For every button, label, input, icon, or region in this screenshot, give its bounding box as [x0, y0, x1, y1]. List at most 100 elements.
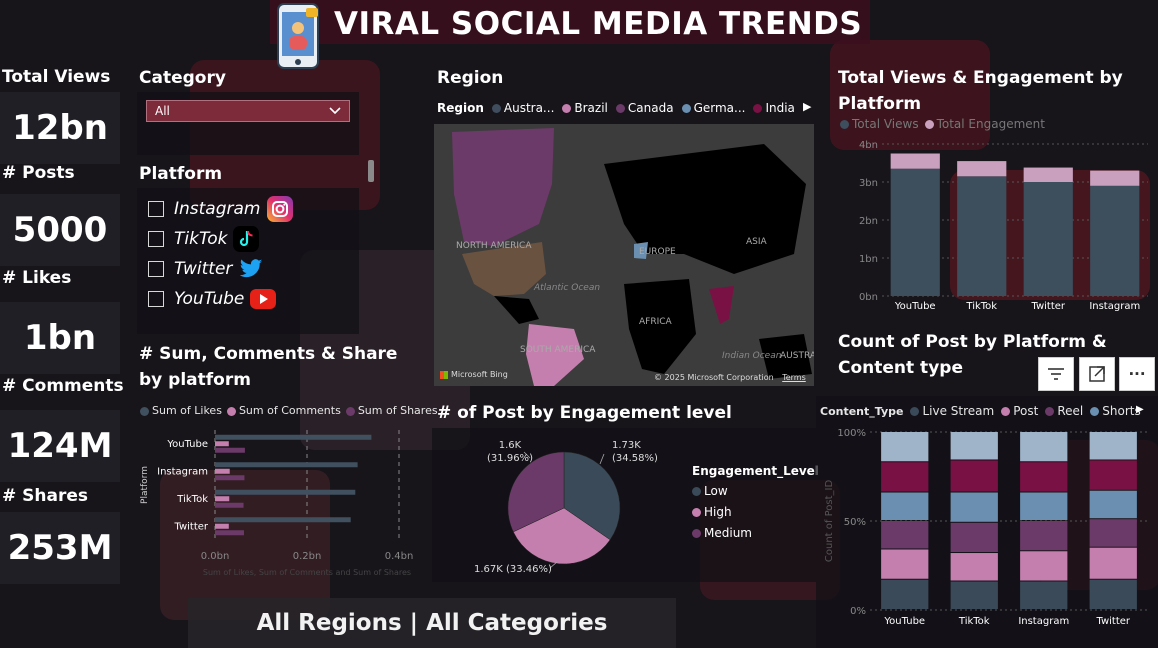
focus-mode-icon[interactable]	[1079, 357, 1115, 391]
map-label: SOUTH AMERICA	[520, 345, 596, 355]
y-tick-label: TikTok	[176, 494, 208, 505]
bar-segment	[1089, 519, 1137, 547]
category-dropdown-value: All	[155, 104, 170, 118]
bar-segment	[1020, 581, 1068, 609]
platform-option-twitter[interactable]: Twitter	[148, 254, 359, 284]
legend-label: Live Stream	[922, 404, 995, 418]
data-label: 1.67K (33.46%)	[474, 564, 552, 575]
kpi-label-shares: # Shares	[2, 486, 89, 506]
brazil-region	[526, 324, 584, 386]
map-legend: Region Austra... Brazil Canada Germa... …	[437, 101, 795, 115]
platform-option-instagram[interactable]: Instagram	[148, 194, 359, 224]
legend-swatch	[924, 120, 934, 129]
x-tick-label: TikTok	[958, 616, 990, 627]
bar	[215, 496, 230, 502]
legend-item: Total Engagement	[924, 117, 1045, 131]
legend-swatch	[345, 406, 355, 416]
map-label: Atlantic Ocean	[533, 283, 600, 293]
legend-views-engagement: Total Views Total Engagement	[840, 117, 1045, 131]
map-legend-title: Region	[437, 101, 484, 115]
bar-segment	[1089, 460, 1137, 490]
chart-title-content-type: Count of Post by Platform & Content type	[838, 332, 1107, 378]
bar-segment	[881, 462, 929, 492]
kpi-value-total-views: 12bn	[0, 92, 120, 164]
tiktok-icon	[233, 226, 260, 252]
bar-segment	[881, 492, 929, 520]
checkbox[interactable]	[148, 291, 164, 307]
checkbox[interactable]	[148, 261, 164, 277]
map-canvas[interactable]: NORTH AMERICA EUROPE ASIA Atlantic Ocean…	[434, 124, 814, 386]
legend-label: Germa...	[693, 101, 746, 115]
legend-label: Sum of Shares	[357, 404, 438, 417]
map-label: EUROPE	[639, 247, 676, 257]
bar-segment	[957, 161, 1007, 177]
y-tick-label: 50%	[844, 517, 866, 528]
map-legend-item: India	[753, 101, 795, 115]
legend-label: Sum of Comments	[238, 404, 341, 417]
x-tick-label: 0.2bn	[293, 551, 322, 562]
legend-label: High	[704, 505, 732, 519]
y-tick-label: 2bn	[859, 216, 878, 227]
bar-segment	[950, 432, 998, 460]
legend-item: Medium	[692, 526, 819, 540]
legend-item: Reel	[1045, 404, 1083, 418]
bar	[215, 462, 358, 468]
x-tick-label: Twitter	[1095, 616, 1130, 627]
twitter-bird-icon	[238, 256, 264, 282]
bar-segment	[1020, 432, 1068, 462]
map-title: Region	[437, 68, 504, 88]
x-tick-label: Twitter	[1030, 301, 1065, 312]
map-legend-item: Germa...	[681, 101, 746, 115]
x-tick-label: TikTok	[965, 301, 997, 312]
bar-segment	[1089, 547, 1137, 579]
filter-icon[interactable]	[1038, 357, 1074, 391]
legend-label: Shorts	[1102, 404, 1141, 418]
legend-swatch	[910, 407, 920, 416]
bar-segment	[1089, 490, 1137, 519]
platform-option-youtube[interactable]: YouTube	[148, 284, 359, 314]
bar-segment	[890, 168, 940, 296]
legend-scroll-right-button[interactable]: ▶	[1136, 404, 1144, 415]
y-tick-label: 4bn	[859, 140, 878, 151]
bar-segment	[1089, 579, 1137, 609]
legend-scroll-right-button[interactable]: ▶	[803, 100, 811, 113]
windows-logo-icon	[440, 370, 448, 379]
kpi-label-total-views: Total Views	[2, 67, 111, 87]
y-axis-label: Count of Post_ID	[824, 480, 835, 563]
platform-option-tiktok[interactable]: TikTok	[148, 224, 359, 254]
checkbox[interactable]	[148, 201, 164, 217]
y-tick-label: YouTube	[166, 439, 208, 450]
instagram-icon	[266, 196, 293, 222]
legend-content-type: Content_Type Live Stream Post Reel Short…	[820, 404, 1141, 418]
platform-slicer-panel: Instagram TikTok Twitter YouTube	[137, 188, 359, 334]
map-label: AFRICA	[639, 317, 673, 327]
bar-segment	[1090, 185, 1140, 296]
checkbox[interactable]	[148, 231, 164, 247]
map-attribution: © 2025 Microsoft Corporation Terms	[654, 373, 806, 382]
platform-scrollbar[interactable]	[368, 160, 374, 182]
filter-summary-banner: All Regions | All Categories	[188, 598, 676, 648]
legend-swatch	[1045, 407, 1055, 416]
legend-item: Live Stream	[910, 404, 994, 418]
category-dropdown[interactable]: All	[146, 100, 350, 122]
bar-segment	[950, 553, 998, 581]
views-engagement-bar-chart: 4bn 3bn 2bn 1bn 0bn YouTube TikTok Twitter Insta…	[859, 140, 1148, 312]
bing-logo: Microsoft Bing	[440, 370, 508, 379]
kpi-label-comments: # Comments	[2, 376, 124, 396]
x-tick-label: 0.0bn	[201, 551, 230, 562]
x-tick-label: Instagram	[1018, 616, 1069, 627]
legend-title: Engagement_Level	[692, 464, 819, 478]
legend-label: Sum of Likes	[152, 404, 222, 417]
data-label: 1.73K	[612, 440, 641, 451]
more-options-icon[interactable]: ···	[1119, 357, 1155, 391]
bar	[215, 489, 356, 495]
data-label-leader	[599, 453, 605, 465]
legend-swatch	[491, 104, 501, 113]
data-label: 1.6K	[499, 440, 522, 451]
kpi-label-likes: # Likes	[2, 268, 72, 288]
terms-link[interactable]: Terms	[782, 373, 806, 382]
bar-segment	[1023, 182, 1073, 296]
legend-label: Brazil	[574, 101, 608, 115]
bar-segment	[950, 460, 998, 492]
y-tick-label: 3bn	[859, 178, 878, 189]
